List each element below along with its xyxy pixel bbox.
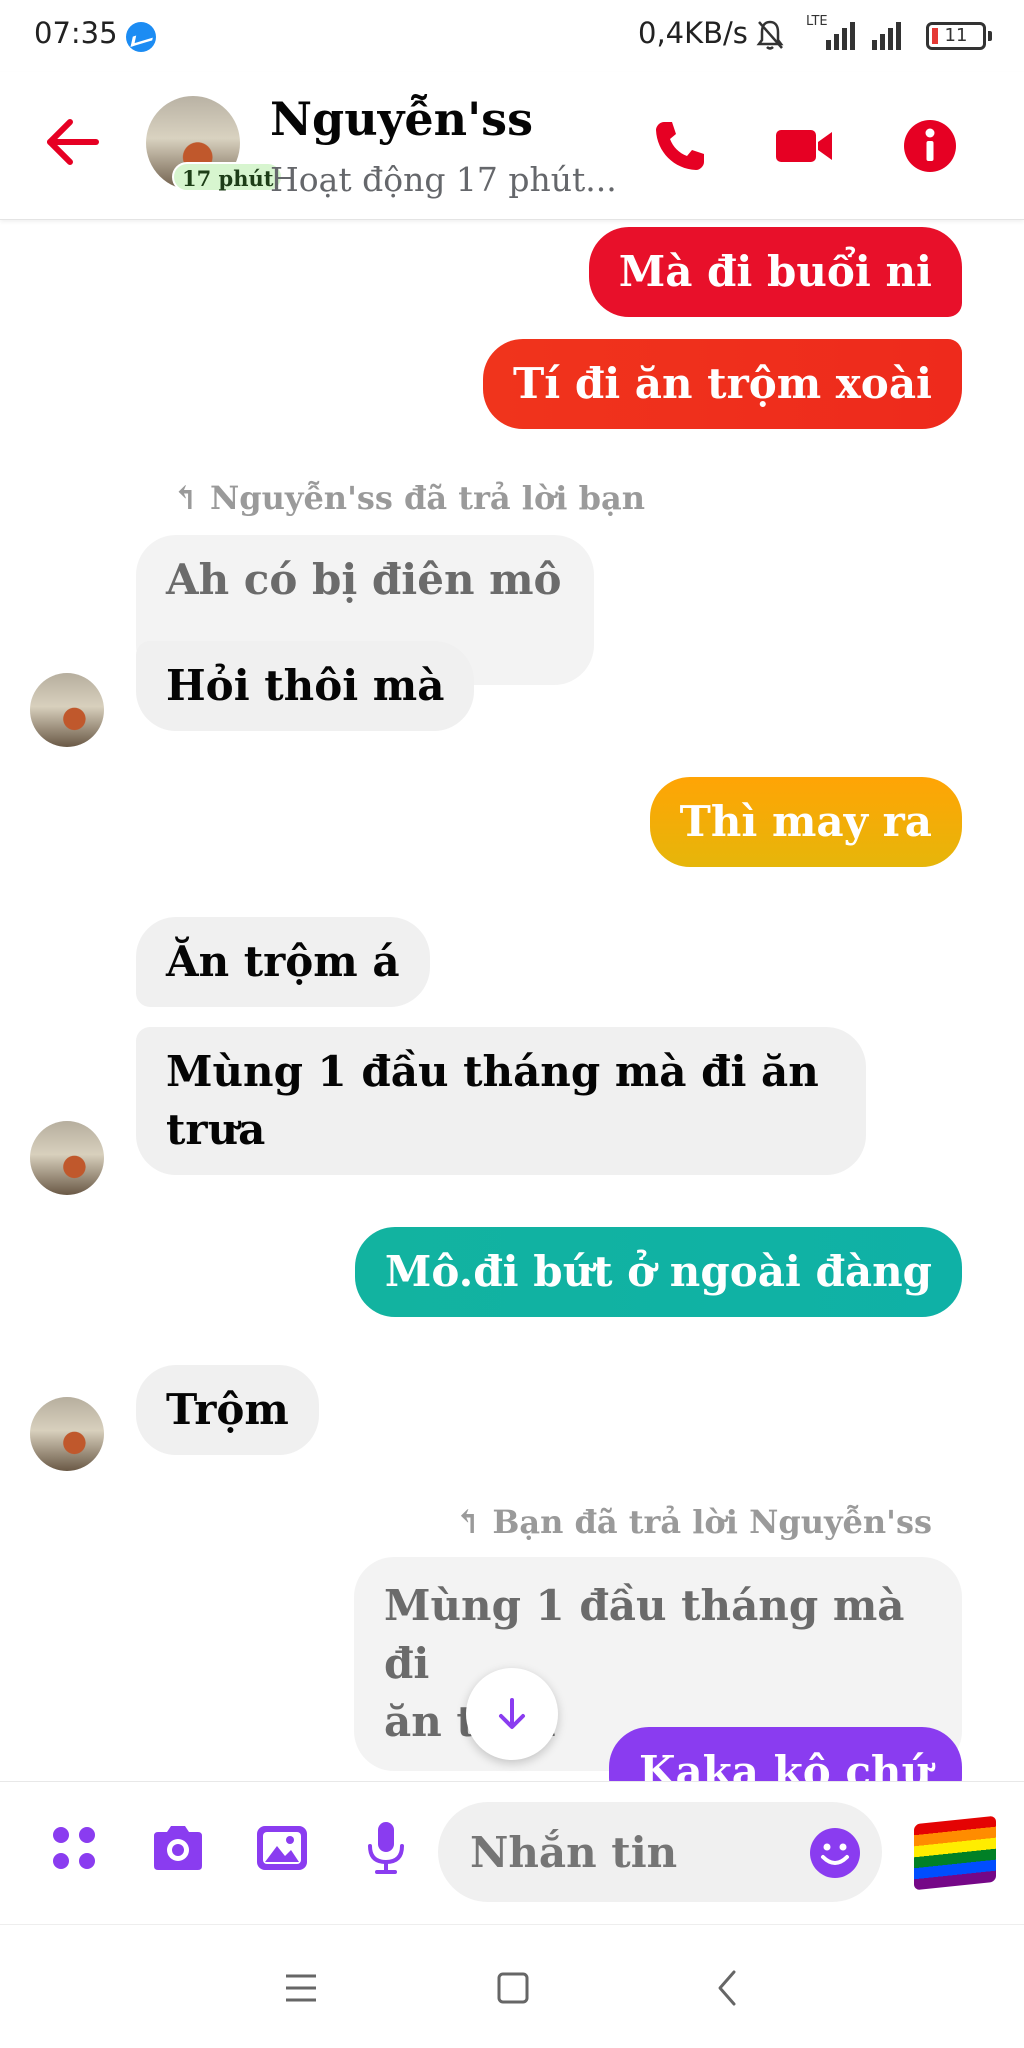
video-icon[interactable]: [772, 116, 836, 176]
contact-name[interactable]: Nguyễn'ss: [270, 92, 533, 146]
rainbow-flag-icon[interactable]: [914, 1815, 996, 1891]
outgoing-message[interactable]: Mô.đi bứt ở ngoài đàng: [354, 1227, 962, 1317]
mute-icon: [756, 20, 784, 50]
signal-icon: [826, 18, 866, 50]
contact-avatar-small[interactable]: [30, 1121, 104, 1195]
arrow-down-icon: [499, 1698, 525, 1729]
status-time: 07:35: [34, 16, 118, 50]
outgoing-message[interactable]: Thì may ra: [649, 777, 962, 867]
system-nav-bar: [0, 1924, 1024, 2048]
incoming-message[interactable]: Hỏi thôi mà: [136, 641, 475, 731]
signal-icon: [872, 18, 912, 50]
microphone-icon[interactable]: [356, 1818, 416, 1878]
incoming-message[interactable]: Mùng 1 đầu tháng mà đi ăn trưa: [136, 1027, 866, 1175]
contact-avatar-small[interactable]: [30, 1397, 104, 1471]
chat-header: 17 phút Nguyễn'ss Hoạt động 17 phút...: [0, 72, 1024, 220]
message-line: trưa: [166, 1105, 266, 1154]
back-arrow-icon[interactable]: [44, 112, 100, 172]
reply-note-text: Nguyễn'ss đã trả lời bạn: [209, 479, 645, 517]
info-icon[interactable]: [900, 116, 960, 176]
camera-icon[interactable]: [148, 1818, 208, 1878]
reply-icon: ↰: [172, 479, 210, 517]
outgoing-message[interactable]: Kaka kô chứ: [608, 1727, 962, 1781]
status-bar: 07:35 0,4KB/s LTE 11: [0, 0, 1024, 72]
menu-icon[interactable]: [274, 1961, 328, 2015]
contact-status: Hoạt động 17 phút...: [270, 160, 617, 199]
reply-note-text: Bạn đã trả lời Nguyễn'ss: [492, 1503, 932, 1541]
contact-avatar-small[interactable]: [30, 673, 104, 747]
message-line: Mùng 1 đầu tháng mà đi ăn: [166, 1047, 819, 1096]
phone-icon[interactable]: [650, 116, 710, 176]
messenger-icon: [126, 22, 156, 52]
emoji-icon[interactable]: [808, 1826, 862, 1880]
outgoing-message[interactable]: Mà đi buổi ni: [588, 227, 962, 317]
network-type: LTE: [806, 14, 828, 29]
active-badge: 17 phút: [172, 162, 284, 192]
reply-indicator: ↰ Bạn đã trả lời Nguyễn'ss: [454, 1503, 932, 1541]
incoming-message[interactable]: Ăn trộm á: [136, 917, 430, 1007]
apps-icon[interactable]: [44, 1818, 104, 1878]
battery-icon: 11: [926, 22, 992, 50]
network-speed: 0,4KB/s: [638, 16, 748, 50]
message-line: Mùng 1 đầu tháng mà đi: [384, 1581, 905, 1688]
home-icon[interactable]: [486, 1961, 540, 2015]
reply-icon: ↰: [454, 1503, 493, 1541]
outgoing-message[interactable]: Tí đi ăn trộm xoài: [483, 339, 962, 429]
reply-indicator: ↰ Nguyễn'ss đã trả lời bạn: [172, 479, 645, 517]
back-icon[interactable]: [700, 1961, 754, 2015]
message-list[interactable]: Mà đi buổi ni Tí đi ăn trộm xoài ↰ Nguyễ…: [0, 221, 1024, 1781]
gallery-icon[interactable]: [252, 1818, 312, 1878]
composer-bar: [0, 1781, 1024, 1924]
incoming-message[interactable]: Trộm: [136, 1365, 319, 1455]
scroll-down-button[interactable]: [466, 1668, 558, 1760]
